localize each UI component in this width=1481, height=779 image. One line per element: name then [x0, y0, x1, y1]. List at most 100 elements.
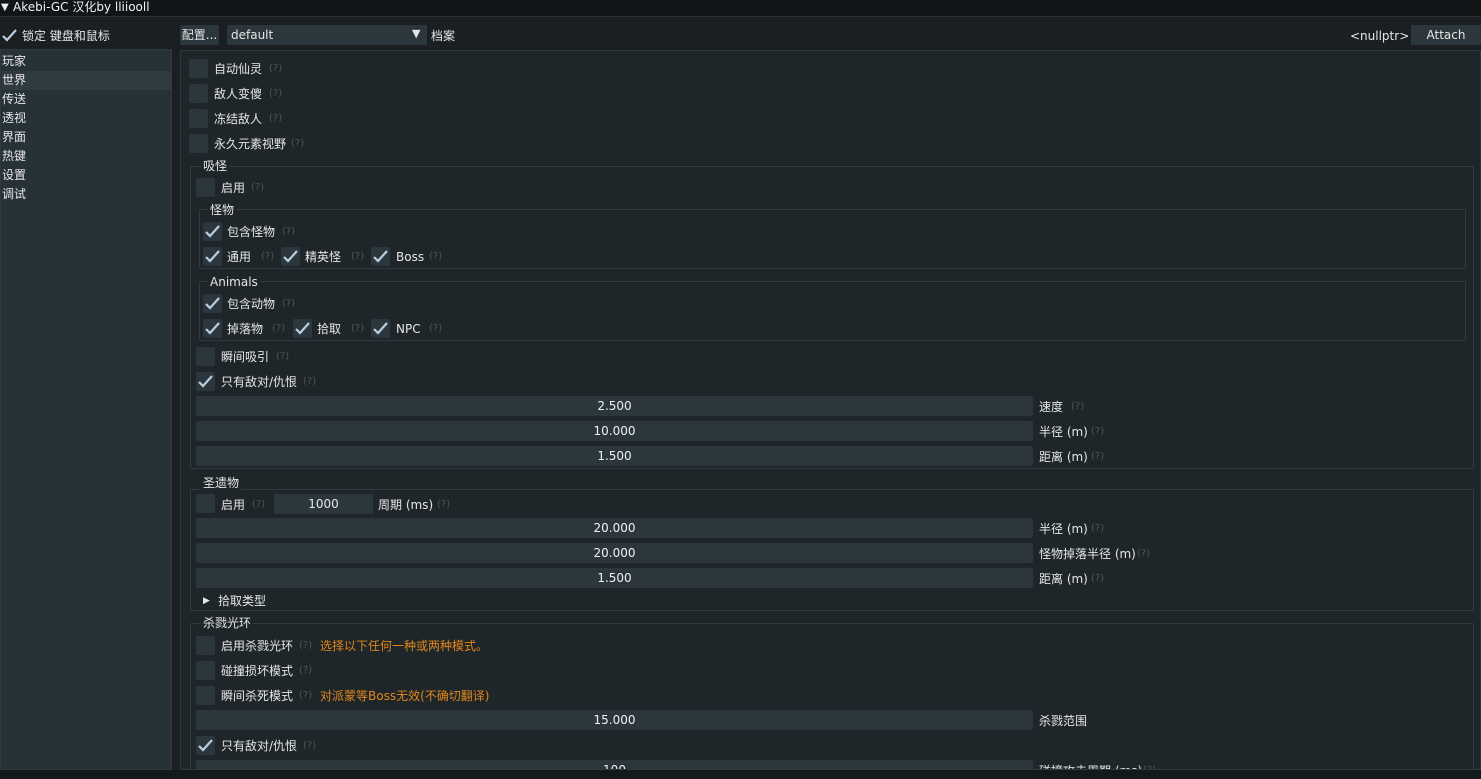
sidebar-item-world[interactable]: 世界 [2, 71, 172, 90]
help-icon[interactable]: (?) [1091, 570, 1104, 588]
help-icon[interactable]: (?) [276, 348, 289, 366]
include-monsters-checkbox[interactable] [203, 222, 222, 241]
attach-button[interactable]: Attach [1411, 25, 1481, 45]
attack-period-slider[interactable]: 100 [196, 760, 1033, 769]
help-icon[interactable]: (?) [272, 320, 285, 338]
help-icon[interactable]: (?) [351, 320, 364, 338]
help-icon[interactable]: (?) [1071, 398, 1084, 416]
artifact-period-label: 周期 (ms) [378, 498, 434, 512]
sidebar-item-debug[interactable]: 调试 [2, 185, 172, 204]
config-button[interactable]: 配置... [180, 25, 219, 45]
tree-expand-triangle-icon[interactable]: ▶ [203, 592, 210, 610]
sidebar-item-player[interactable]: 玩家 [2, 52, 172, 71]
drops-checkbox[interactable] [203, 319, 222, 338]
killaura-hostile-only-checkbox[interactable] [196, 736, 215, 755]
auto-seelie-label: 自动仙灵 [214, 62, 263, 76]
checkmark-icon [205, 250, 220, 263]
help-icon[interactable]: (?) [351, 248, 364, 266]
help-icon[interactable]: (?) [269, 60, 282, 78]
artifact-radius-label: 半径 (m) [1039, 522, 1088, 536]
sidebar-item-hotkeys[interactable]: 热键 [2, 147, 172, 166]
artifact-distance-slider[interactable]: 1.500 [196, 568, 1033, 588]
killaura-range-label: 杀戮范围 [1039, 714, 1088, 728]
mob-vacuum-enable-label: 启用 [221, 181, 246, 195]
instant-kill-mode-checkbox[interactable] [196, 686, 215, 705]
mob-vacuum-enable-checkbox[interactable] [196, 178, 215, 197]
help-icon[interactable]: (?) [1137, 545, 1150, 563]
help-icon[interactable]: (?) [429, 248, 442, 266]
process-value: <nullptr> [1350, 29, 1410, 43]
help-icon[interactable]: (?) [269, 85, 282, 103]
help-icon[interactable]: (?) [1143, 762, 1156, 769]
npc-checkbox[interactable] [371, 319, 390, 338]
lock-input-label: 锁定 键盘和鼠标 [22, 29, 110, 43]
lock-input-checkbox[interactable] [0, 26, 19, 45]
killaura-hostile-only-label: 只有敌对/仇恨 [221, 739, 298, 753]
vacuum-radius-slider[interactable]: 10.000 [196, 421, 1033, 441]
dumb-enemies-checkbox[interactable] [189, 84, 208, 103]
vacuum-hostile-only-checkbox[interactable] [196, 372, 215, 391]
freeze-enemies-checkbox[interactable] [189, 109, 208, 128]
help-icon[interactable]: (?) [299, 637, 312, 655]
help-icon[interactable]: (?) [1091, 520, 1104, 538]
artifact-enable-checkbox[interactable] [196, 494, 215, 513]
collapse-triangle-icon[interactable]: ▼ [1, 0, 9, 15]
attack-period-label: 碰撞攻击周期 (ms) [1039, 762, 1142, 769]
checkmark-icon [373, 250, 388, 263]
sidebar-item-esp[interactable]: 透视 [2, 109, 172, 128]
monster-drop-radius-slider[interactable]: 20.000 [196, 543, 1033, 563]
elite-monsters-checkbox[interactable] [281, 247, 300, 266]
include-monsters-label: 包含怪物 [227, 225, 276, 239]
help-icon[interactable]: (?) [299, 687, 312, 705]
help-icon[interactable]: (?) [303, 373, 316, 391]
vacuum-speed-slider[interactable]: 2.500 [196, 396, 1033, 416]
help-icon[interactable]: (?) [251, 179, 264, 197]
help-icon[interactable]: (?) [1091, 423, 1104, 441]
include-animals-checkbox[interactable] [203, 294, 222, 313]
common-monsters-checkbox[interactable] [203, 247, 222, 266]
window-bottom-edge [0, 770, 1481, 779]
elemental-sight-label: 永久元素视野 [214, 137, 287, 151]
killaura-title: 杀戮光环 [201, 615, 254, 631]
boss-monsters-checkbox[interactable] [371, 247, 390, 266]
help-icon[interactable]: (?) [252, 496, 265, 514]
help-icon[interactable]: (?) [282, 295, 295, 313]
dumb-enemies-label: 敌人变傻 [214, 87, 263, 101]
sidebar-item-teleport[interactable]: 传送 [2, 90, 172, 109]
help-icon[interactable]: (?) [269, 110, 282, 128]
pickup-checkbox[interactable] [293, 319, 312, 338]
crash-damage-mode-checkbox[interactable] [196, 661, 215, 680]
sidebar-item-settings[interactable]: 设置 [2, 166, 172, 185]
killaura-range-slider[interactable]: 15.000 [196, 710, 1033, 730]
vacuum-speed-label: 速度 [1039, 400, 1064, 414]
artifact-period-input[interactable]: 1000 [274, 494, 373, 514]
help-icon[interactable]: (?) [429, 320, 442, 338]
vacuum-hostile-only-label: 只有敌对/仇恨 [221, 375, 298, 389]
elemental-sight-checkbox[interactable] [189, 134, 208, 153]
help-icon[interactable]: (?) [299, 662, 312, 680]
help-icon[interactable]: (?) [437, 496, 450, 514]
artifact-radius-slider[interactable]: 20.000 [196, 518, 1033, 538]
help-icon[interactable]: (?) [261, 248, 274, 266]
killaura-enable-checkbox[interactable] [196, 636, 215, 655]
pickup-label: 拾取 [317, 322, 342, 336]
vacuum-distance-slider[interactable]: 1.500 [196, 446, 1033, 466]
auto-seelie-checkbox[interactable] [189, 59, 208, 78]
instant-kill-mode-label: 瞬间杀死模式 [221, 689, 294, 703]
include-animals-label: 包含动物 [227, 297, 276, 311]
checkmark-icon [283, 250, 298, 263]
vacuum-radius-label: 半径 (m) [1039, 425, 1088, 439]
instant-vacuum-checkbox[interactable] [196, 347, 215, 366]
help-icon[interactable]: (?) [282, 223, 295, 241]
profile-select[interactable]: default ▼ [227, 25, 427, 45]
pickup-types-tree-node[interactable]: 拾取类型 [218, 592, 266, 610]
world-panel: 自动仙灵 (?) 敌人变傻 (?) 冻结敌人 (?) 永久元素视野 (?) 吸怪… [180, 50, 1481, 770]
title-bar[interactable]: ▼ Akebi-GC 汉化by lliiooll [0, 0, 1481, 17]
checkmark-icon [205, 297, 220, 310]
help-icon[interactable]: (?) [291, 135, 304, 153]
help-icon[interactable]: (?) [303, 737, 316, 755]
profile-dropdown-button[interactable]: ▼ [407, 25, 427, 45]
sidebar-item-ui[interactable]: 界面 [2, 128, 172, 147]
triangle-down-icon: ▼ [412, 27, 421, 40]
help-icon[interactable]: (?) [1091, 448, 1104, 466]
